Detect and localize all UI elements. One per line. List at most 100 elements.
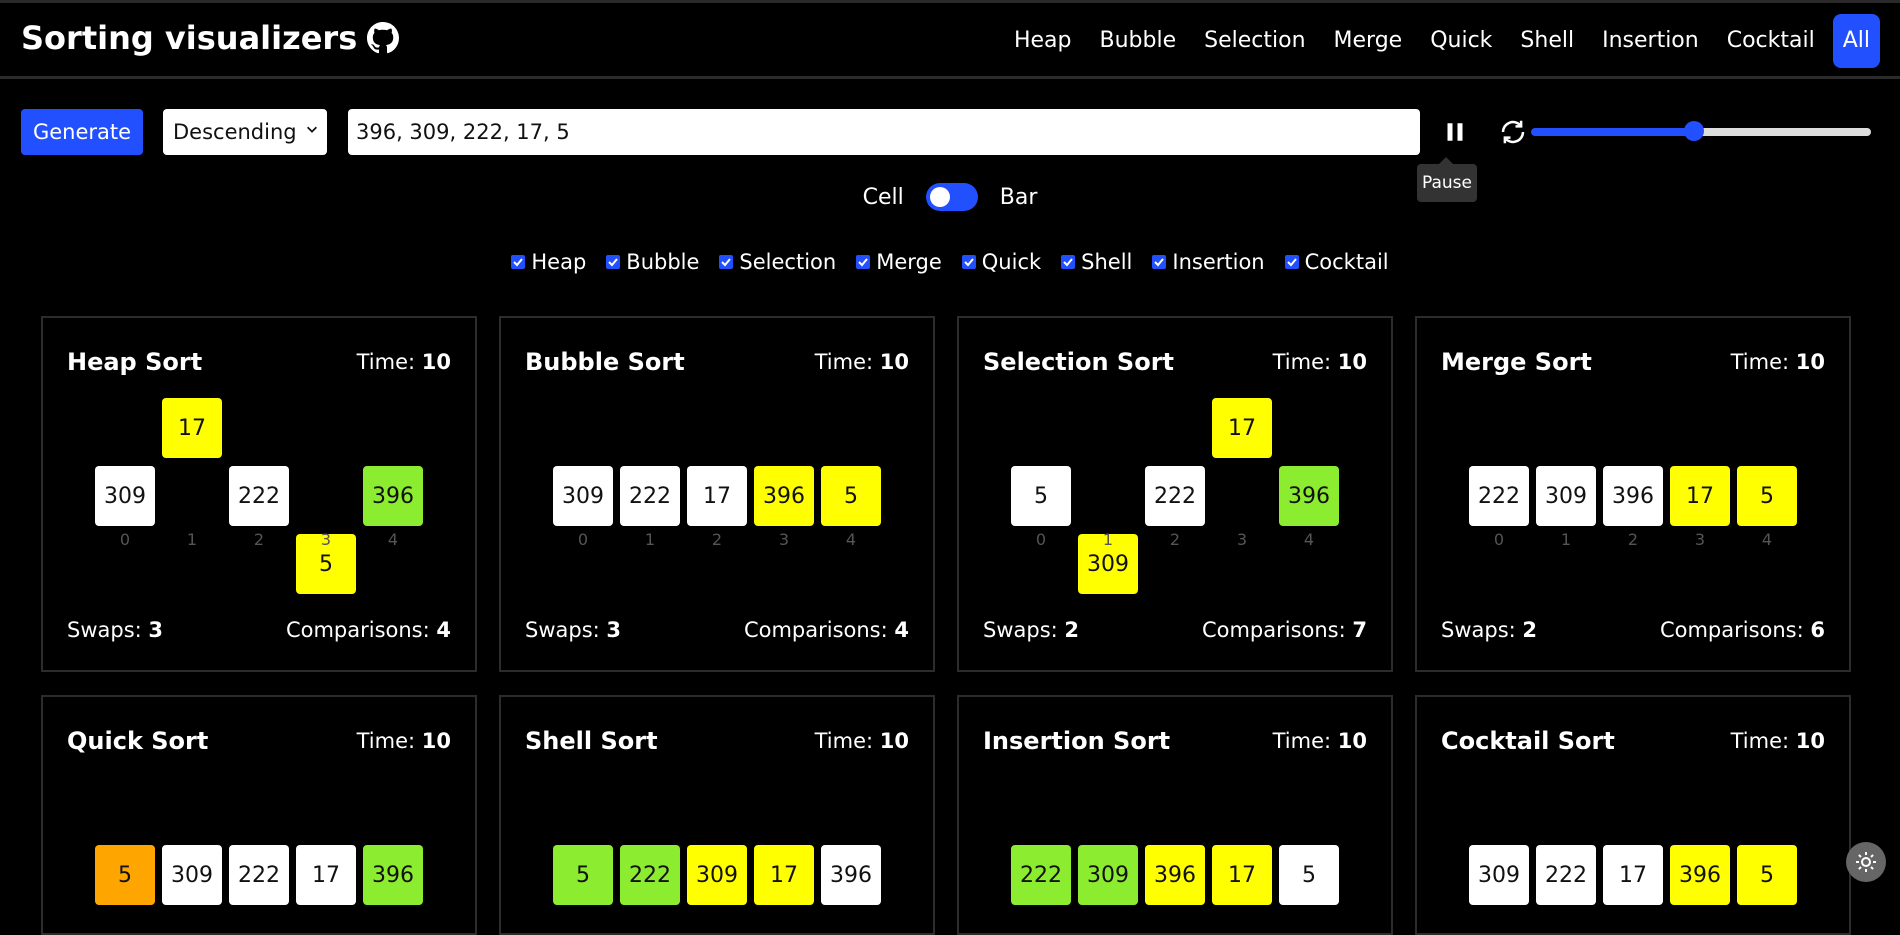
nav-item-shell[interactable]: Shell	[1506, 14, 1588, 68]
array-cell: 396	[821, 845, 881, 905]
checkbox-box[interactable]	[719, 255, 734, 269]
comparisons-value: 7	[1352, 618, 1367, 642]
cell-index: 3	[1236, 530, 1248, 549]
time-stat: Time: 10	[815, 729, 909, 753]
time-label: Time:	[1272, 729, 1332, 753]
generate-button[interactable]: Generate	[21, 109, 143, 155]
speed-slider[interactable]	[1531, 121, 1871, 141]
array-cell: 309	[95, 466, 155, 526]
brand-title: Sorting visualizers	[21, 19, 358, 57]
nav-item-heap[interactable]: Heap	[1000, 14, 1086, 68]
toggle-label-bar: Bar	[999, 184, 1038, 210]
checkbox-label: Shell	[1081, 250, 1133, 274]
time-value: 10	[421, 729, 451, 753]
checkbox-quick[interactable]: Quick	[961, 250, 1042, 274]
time-label: Time:	[356, 729, 416, 753]
card-cocktail-sort: Cocktail Sort Time: 10 309 222 17 396 5	[1415, 695, 1851, 935]
nav-item-cocktail[interactable]: Cocktail	[1713, 14, 1829, 68]
nav-item-quick[interactable]: Quick	[1416, 14, 1506, 68]
nav-item-insertion[interactable]: Insertion	[1588, 14, 1713, 68]
pause-button[interactable]	[1438, 115, 1472, 149]
checkbox-heap[interactable]: Heap	[511, 250, 586, 274]
array-cell: 222	[1469, 466, 1529, 526]
array-cell: 396	[1145, 845, 1205, 905]
array-cell: 5	[553, 845, 613, 905]
array-cell: 396	[1279, 466, 1339, 526]
array-cell: 17	[754, 845, 814, 905]
check-icon	[1154, 258, 1165, 267]
checkbox-selection[interactable]: Selection	[719, 250, 836, 274]
brand[interactable]: Sorting visualizers	[21, 19, 400, 57]
array-input[interactable]	[348, 109, 1420, 155]
swaps-value: 2	[1064, 618, 1080, 642]
checkbox-label: Quick	[981, 250, 1042, 274]
checkbox-label: Cocktail	[1304, 250, 1389, 274]
cell-index: 0	[1493, 530, 1505, 549]
time-stat: Time: 10	[1731, 350, 1825, 374]
toggle-label-cell: Cell	[862, 184, 904, 210]
swaps-stat: Swaps: 2	[983, 618, 1079, 642]
view-toggle[interactable]	[925, 183, 978, 211]
nav-item-bubble[interactable]: Bubble	[1086, 14, 1191, 68]
array-cell: 5	[1737, 466, 1797, 526]
card-title: Insertion Sort	[983, 727, 1171, 755]
check-icon	[1063, 258, 1073, 267]
reset-button[interactable]	[1496, 115, 1530, 149]
check-icon	[608, 258, 619, 267]
cell-index: 1	[1102, 530, 1114, 549]
checkbox-label: Bubble	[626, 250, 700, 274]
time-value: 10	[1337, 729, 1367, 753]
array-cell: 309	[553, 466, 613, 526]
checkbox-box[interactable]	[1152, 255, 1167, 269]
card-insertion-sort: Insertion Sort Time: 10 222 309 396 17 5	[957, 695, 1393, 935]
checkbox-box[interactable]	[856, 255, 871, 269]
github-icon[interactable]	[367, 22, 400, 54]
order-select-value: Descending	[173, 120, 297, 144]
nav-item-all[interactable]: All	[1832, 14, 1880, 68]
pause-icon	[1447, 123, 1463, 141]
array-cell: 396	[1670, 845, 1730, 905]
slider-thumb[interactable]	[1684, 121, 1704, 141]
view-toggle-row: Cell Bar	[0, 183, 1900, 211]
swaps-label: Swaps:	[983, 618, 1058, 642]
cell-index: 4	[1761, 530, 1773, 549]
array-cell: 222	[1536, 845, 1596, 905]
checkbox-merge[interactable]: Merge	[856, 250, 942, 274]
chevron-down-icon	[307, 126, 317, 133]
cell-index: 1	[186, 530, 198, 549]
nav-item-merge[interactable]: Merge	[1320, 14, 1417, 68]
order-select[interactable]: Descending	[163, 109, 327, 155]
array-cell: 309	[1536, 466, 1596, 526]
checkbox-box[interactable]	[511, 255, 526, 269]
time-stat: Time: 10	[1273, 729, 1367, 753]
time-stat: Time: 10	[1273, 350, 1367, 374]
time-value: 10	[1795, 350, 1825, 374]
array-cell: 17	[1670, 466, 1730, 526]
nav-menu: Heap Bubble Selection Merge Quick Shell Insert…	[1000, 14, 1880, 68]
card-merge-sort: Merge Sort Time: 10 222 309 396 17 5 0 1 2 3 4 Swaps…	[1415, 316, 1851, 672]
swaps-stat: Swaps: 2	[1441, 618, 1537, 642]
checkbox-box[interactable]	[961, 255, 976, 269]
time-value: 10	[1337, 350, 1367, 374]
time-label: Time:	[1730, 350, 1790, 374]
refresh-icon	[1501, 120, 1525, 144]
card-title: Bubble Sort	[525, 348, 685, 376]
theme-toggle-button[interactable]	[1846, 842, 1886, 882]
time-label: Time:	[814, 729, 874, 753]
array-cell: 396	[754, 466, 814, 526]
card-title: Merge Sort	[1441, 348, 1592, 376]
cell-index: 2	[1627, 530, 1639, 549]
nav-item-selection[interactable]: Selection	[1190, 14, 1319, 68]
slider-track-filled	[1531, 128, 1694, 136]
check-icon	[964, 258, 974, 267]
checkbox-box[interactable]	[1061, 255, 1076, 269]
cell-index: 2	[253, 530, 265, 549]
checkbox-box[interactable]	[606, 255, 621, 269]
checkbox-insertion[interactable]: Insertion	[1152, 250, 1265, 274]
checkbox-box[interactable]	[1284, 255, 1299, 269]
checkbox-shell[interactable]: Shell	[1061, 250, 1132, 274]
checkbox-cocktail[interactable]: Cocktail	[1284, 250, 1389, 274]
slider-track	[1694, 128, 1871, 136]
cell-index: 0	[1035, 530, 1047, 549]
checkbox-bubble[interactable]: Bubble	[606, 250, 699, 274]
